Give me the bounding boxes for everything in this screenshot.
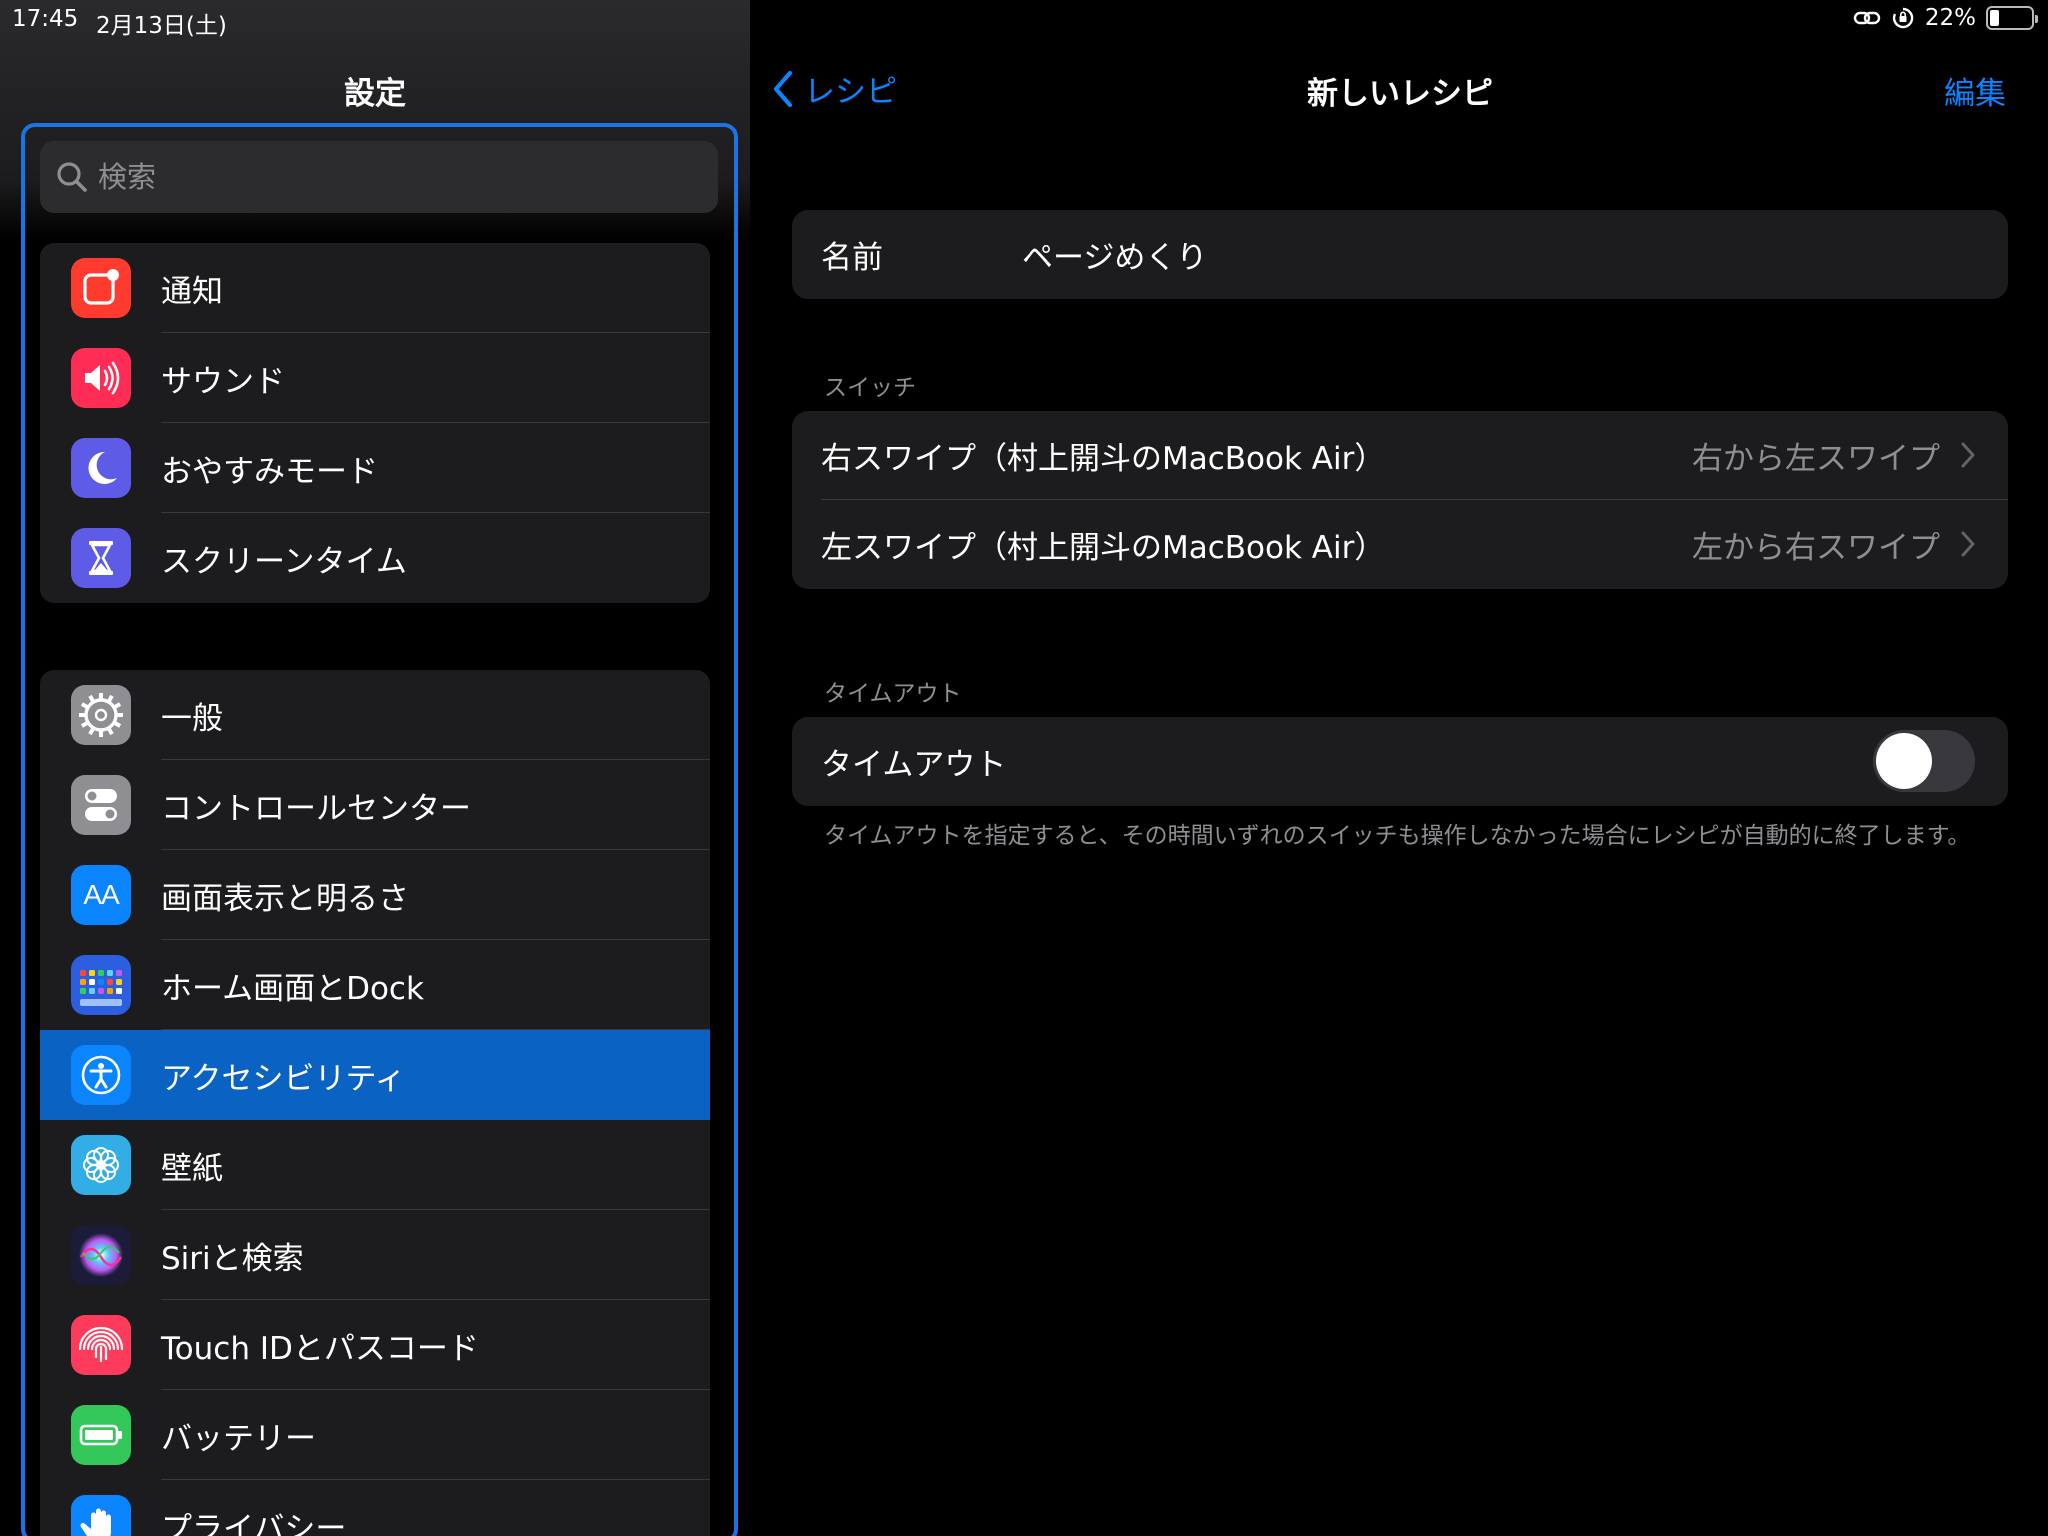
sidebar-item-label: ホーム画面とDock <box>161 970 424 1007</box>
switch-row[interactable]: 左スワイプ（村上開斗のMacBook Air） 左から右スワイプ <box>792 500 2008 589</box>
sidebar-item-label: バッテリー <box>161 1420 316 1457</box>
text-size-icon: AA <box>71 865 131 925</box>
sidebar-item-hourglass[interactable]: スクリーンタイム <box>40 513 710 603</box>
sidebar-item-text-size[interactable]: AA 画面表示と明るさ <box>40 850 710 940</box>
sidebar-item-toggles[interactable]: コントロールセンター <box>40 760 710 850</box>
status-date: 2月13日(土) <box>96 13 227 39</box>
timeout-section-header: タイムアウト <box>824 681 962 707</box>
sidebar-item-label: 画面表示と明るさ <box>161 880 409 917</box>
name-row[interactable]: 名前 ページめくり <box>792 210 2008 299</box>
flower-icon <box>71 1135 131 1195</box>
accessibility-icon <box>71 1045 131 1105</box>
sidebar-item-hand[interactable]: プライバシー <box>40 1480 710 1536</box>
sidebar-item-sound[interactable]: サウンド <box>40 333 710 423</box>
timeout-footnote: タイムアウトを指定すると、その時間いずれのスイッチも操作しなかった場合にレシピが… <box>824 823 1971 849</box>
sidebar-item-moon[interactable]: おやすみモード <box>40 423 710 513</box>
chevron-right-icon <box>1960 530 1976 562</box>
sidebar-item-label: Touch IDとパスコード <box>161 1330 479 1367</box>
status-right: 22% <box>1853 5 2038 31</box>
name-value[interactable]: ページめくり <box>1022 232 1207 277</box>
switch-action: 右から左スワイプ <box>1692 441 1940 477</box>
sidebar-item-label: Siriと検索 <box>161 1240 304 1277</box>
name-label: 名前 <box>821 240 883 276</box>
switch-name: 右スワイプ（村上開斗のMacBook Air） <box>821 441 1386 477</box>
sidebar-item-home-grid[interactable]: ホーム画面とDock <box>40 940 710 1030</box>
sidebar-item-flower[interactable]: 壁紙 <box>40 1120 710 1210</box>
notifications-icon <box>71 258 131 318</box>
sidebar-item-label: おやすみモード <box>161 453 378 490</box>
sidebar-item-notifications[interactable]: 通知 <box>40 243 710 333</box>
edit-button[interactable]: 編集 <box>1944 68 2006 113</box>
switch-name: 左スワイプ（村上開斗のMacBook Air） <box>821 530 1386 566</box>
chevron-left-icon <box>773 70 793 107</box>
search-input[interactable] <box>98 160 718 194</box>
search-field[interactable] <box>40 141 718 213</box>
sidebar-item-accessibility[interactable]: アクセシビリティ <box>40 1030 710 1120</box>
battery-icon <box>1986 6 2038 30</box>
sidebar-item-siri[interactable]: Siriと検索 <box>40 1210 710 1300</box>
sidebar-item-label: アクセシビリティ <box>161 1060 406 1097</box>
sidebar-item-battery[interactable]: バッテリー <box>40 1390 710 1480</box>
sidebar-item-label: 一般 <box>161 700 223 737</box>
settings-group-1: 通知サウンドおやすみモード スクリーンタイム <box>40 243 710 603</box>
battery-percent: 22% <box>1924 5 1976 31</box>
sidebar-item-gear[interactable]: 一般 <box>40 670 710 760</box>
timeout-toggle[interactable] <box>1873 730 1975 792</box>
sidebar-item-label: 壁紙 <box>161 1150 223 1187</box>
sound-icon <box>71 348 131 408</box>
home-grid-icon <box>71 955 131 1015</box>
status-time: 17:45 <box>12 6 79 32</box>
sidebar: 設定 通知サウンドおやすみモードスクリーンタイム 一般コントロールセンター AA 画… <box>0 0 750 1536</box>
sidebar-title: 設定 <box>344 76 406 112</box>
siri-icon <box>71 1225 131 1285</box>
switch-action: 左から右スワイプ <box>1692 530 1940 566</box>
settings-group-2: 一般コントロールセンター AA 画面表示と明るさ ホーム画面とDock アクセシビリティ… <box>40 670 710 1536</box>
back-button[interactable]: レシピ <box>772 66 897 111</box>
sidebar-item-fingerprint[interactable]: Touch IDとパスコード <box>40 1300 710 1390</box>
hourglass-icon <box>71 528 131 588</box>
timeout-card: タイムアウト <box>792 717 2008 806</box>
moon-icon <box>71 438 131 498</box>
page-title: 新しいレシピ <box>1307 76 1493 112</box>
battery-icon <box>71 1405 131 1465</box>
search-icon <box>57 162 87 192</box>
name-card: 名前 ページめくり <box>792 210 2008 299</box>
chevron-right-icon <box>1960 441 1976 473</box>
sidebar-item-label: プライバシー <box>161 1510 347 1536</box>
gear-icon <box>71 685 131 745</box>
battery-level <box>1990 10 1999 26</box>
toggles-icon <box>71 775 131 835</box>
rotation-lock-icon <box>1892 7 1914 29</box>
switch-row[interactable]: 右スワイプ（村上開斗のMacBook Air） 右から左スワイプ <box>792 411 2008 500</box>
sidebar-item-label: サウンド <box>161 363 285 400</box>
sidebar-item-label: コントロールセンター <box>161 790 471 827</box>
timeout-row: タイムアウト <box>792 717 2008 806</box>
switch-section-header: スイッチ <box>824 375 916 401</box>
hand-icon <box>71 1495 131 1536</box>
toggle-knob <box>1876 733 1932 789</box>
sidebar-item-label: スクリーンタイム <box>161 543 407 580</box>
sidebar-item-label: 通知 <box>161 273 223 310</box>
link-icon <box>1853 11 1881 25</box>
fingerprint-icon <box>71 1315 131 1375</box>
back-label: レシピ <box>804 74 897 110</box>
switch-card: 右スワイプ（村上開斗のMacBook Air） 右から左スワイプ左スワイプ（村上開… <box>792 411 2008 589</box>
timeout-label: タイムアウト <box>821 747 1007 783</box>
